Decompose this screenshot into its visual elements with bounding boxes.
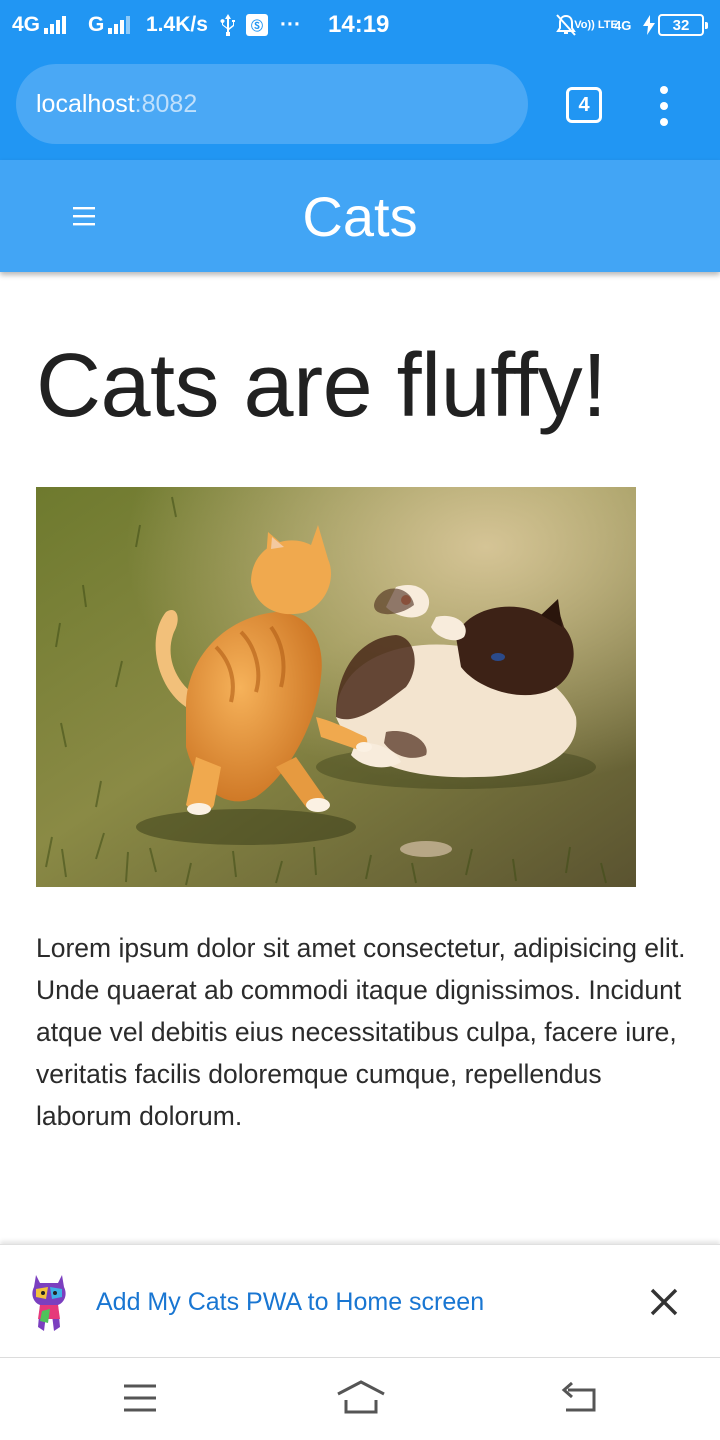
url-bar[interactable]: localhost:8082 bbox=[16, 64, 528, 144]
signal-strength-icon bbox=[108, 16, 131, 34]
page-headline: Cats are fluffy! bbox=[36, 336, 607, 436]
url-port: :8082 bbox=[134, 89, 198, 118]
network-type-label: G bbox=[88, 13, 105, 36]
add-to-home-screen-banner[interactable]: Add My Cats PWA to Home screen bbox=[0, 1244, 720, 1358]
app-title: Cats bbox=[302, 184, 418, 248]
hamburger-menu-button[interactable] bbox=[66, 196, 102, 236]
body-paragraph: Lorem ipsum dolor sit amet consectetur, … bbox=[36, 933, 686, 1131]
svg-text:Ⓢ: Ⓢ bbox=[251, 18, 263, 33]
tab-count-label: 4 bbox=[578, 93, 590, 116]
network-4g-indicator: 4G bbox=[12, 0, 67, 50]
network-4g-small: 4G bbox=[614, 17, 632, 33]
close-icon[interactable] bbox=[644, 1282, 684, 1322]
url-host: localhost bbox=[36, 89, 135, 118]
network-type-label: 4G bbox=[12, 13, 41, 36]
signal-strength-icon bbox=[44, 16, 67, 34]
home-icon[interactable] bbox=[336, 1378, 386, 1418]
network-speed: 1.4K/s bbox=[146, 13, 208, 36]
clock: 14:19 bbox=[328, 11, 390, 38]
status-bar: 4G G 1.4K/s Ⓢ ··· 14:19 Vo)) LTE 4G 32 bbox=[0, 0, 720, 50]
back-icon[interactable] bbox=[558, 1378, 602, 1418]
volte-indicator: Vo)) LTE bbox=[574, 18, 618, 31]
battery-level-label: 32 bbox=[672, 16, 690, 34]
browser-toolbar: localhost:8082 4 bbox=[0, 50, 720, 160]
more-notifications-indicator: ··· bbox=[280, 13, 301, 36]
battery-indicator: 32 bbox=[658, 14, 708, 36]
menu-icon bbox=[73, 207, 95, 226]
usb-icon bbox=[220, 0, 236, 50]
tab-switcher-button[interactable]: 4 bbox=[566, 87, 602, 123]
cat-photo bbox=[36, 487, 636, 887]
menu-icon[interactable] bbox=[118, 1378, 162, 1418]
app-header: Cats bbox=[0, 160, 720, 272]
system-nav-bar bbox=[0, 1358, 720, 1440]
app-cat-icon bbox=[32, 1275, 66, 1331]
add-to-home-screen-label[interactable]: Add My Cats PWA to Home screen bbox=[96, 1245, 484, 1359]
app-notification-icon: Ⓢ bbox=[246, 0, 268, 50]
network-g-indicator: G bbox=[88, 0, 131, 50]
charging-icon bbox=[643, 0, 655, 50]
more-vert-icon[interactable] bbox=[654, 86, 674, 126]
